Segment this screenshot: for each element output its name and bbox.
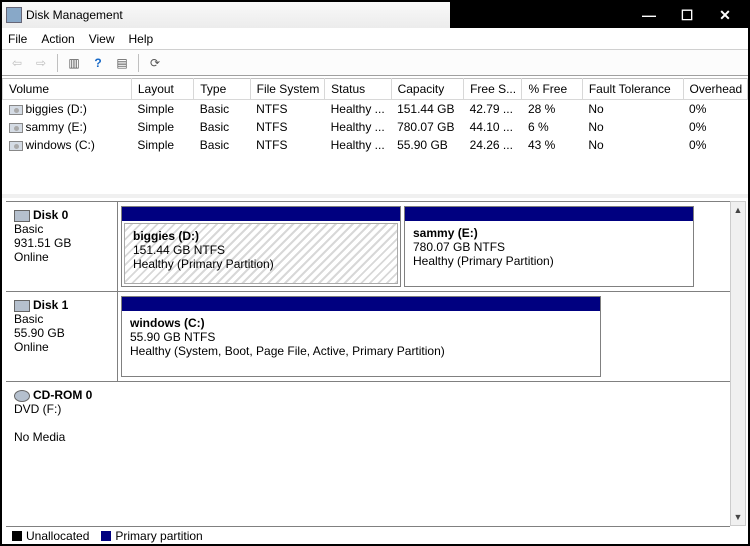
col-pctfree[interactable]: % Free xyxy=(522,79,582,100)
volume-row[interactable]: windows (C:)SimpleBasicNTFSHealthy ...55… xyxy=(3,136,748,154)
disk-graph: Disk 0 Basic 931.51 GB Online biggies (D… xyxy=(2,201,748,459)
partition-sammy[interactable]: sammy (E:) 780.07 GB NTFS Healthy (Prima… xyxy=(404,206,694,287)
legend-primary-swatch xyxy=(101,531,111,541)
legend: Unallocated Primary partition xyxy=(6,526,730,544)
forward-button: ⇨ xyxy=(30,52,52,74)
disk-row: Disk 0 Basic 931.51 GB Online biggies (D… xyxy=(6,201,730,291)
disk-info[interactable]: Disk 1 Basic 55.90 GB Online xyxy=(6,292,118,381)
volume-row[interactable]: biggies (D:)SimpleBasicNTFSHealthy ...15… xyxy=(3,100,748,119)
col-capacity[interactable]: Capacity xyxy=(391,79,463,100)
partition-header xyxy=(122,207,400,221)
menu-action[interactable]: Action xyxy=(41,32,74,46)
scroll-up-icon[interactable]: ▲ xyxy=(731,202,745,218)
volume-row[interactable]: sammy (E:)SimpleBasicNTFSHealthy ...780.… xyxy=(3,118,748,136)
drive-icon xyxy=(9,141,23,151)
app-icon xyxy=(6,7,22,23)
scroll-down-icon[interactable]: ▼ xyxy=(731,509,745,525)
disk-info[interactable]: CD-ROM 0 DVD (F:) No Media xyxy=(6,382,118,459)
partition-header xyxy=(405,207,693,221)
col-fault[interactable]: Fault Tolerance xyxy=(582,79,683,100)
col-free[interactable]: Free S... xyxy=(464,79,522,100)
col-overhead[interactable]: Overhead xyxy=(683,79,747,100)
menu-view[interactable]: View xyxy=(89,32,115,46)
window-title: Disk Management xyxy=(26,8,123,22)
col-fs[interactable]: File System xyxy=(250,79,325,100)
toolbar: ⇦ ⇨ ▥ ? ▤ ⟳ xyxy=(2,50,748,76)
minimize-button[interactable]: — xyxy=(630,5,668,25)
disk-icon xyxy=(14,300,30,312)
disk-icon xyxy=(14,210,30,222)
maximize-button[interactable]: ☐ xyxy=(668,5,706,25)
title-bar: Disk Management — ☐ ✕ xyxy=(2,2,748,28)
col-type[interactable]: Type xyxy=(194,79,250,100)
partition-biggies[interactable]: biggies (D:) 151.44 GB NTFS Healthy (Pri… xyxy=(121,206,401,287)
menu-bar: File Action View Help xyxy=(2,28,748,50)
col-layout[interactable]: Layout xyxy=(131,79,193,100)
properties-button[interactable]: ▤ xyxy=(111,52,133,74)
column-headers[interactable]: Volume Layout Type File System Status Ca… xyxy=(3,79,748,100)
close-button[interactable]: ✕ xyxy=(706,5,744,25)
partition-header xyxy=(122,297,600,311)
drive-icon xyxy=(9,105,23,115)
drive-icon xyxy=(9,123,23,133)
volume-list: Volume Layout Type File System Status Ca… xyxy=(2,78,748,198)
menu-help[interactable]: Help xyxy=(129,32,154,46)
refresh-button[interactable]: ⟳ xyxy=(144,52,166,74)
disk-info[interactable]: Disk 0 Basic 931.51 GB Online xyxy=(6,202,118,291)
vertical-scrollbar[interactable]: ▲ ▼ xyxy=(730,201,746,526)
col-volume[interactable]: Volume xyxy=(3,79,132,100)
menu-file[interactable]: File xyxy=(8,32,27,46)
disk-row: Disk 1 Basic 55.90 GB Online windows (C:… xyxy=(6,291,730,381)
back-button: ⇦ xyxy=(6,52,28,74)
disk-row: CD-ROM 0 DVD (F:) No Media xyxy=(6,381,730,459)
col-status[interactable]: Status xyxy=(325,79,391,100)
partition-windows[interactable]: windows (C:) 55.90 GB NTFS Healthy (Syst… xyxy=(121,296,601,377)
legend-unallocated-swatch xyxy=(12,531,22,541)
show-hide-button[interactable]: ▥ xyxy=(63,52,85,74)
cdrom-icon xyxy=(14,390,30,402)
help-button[interactable]: ? xyxy=(87,52,109,74)
